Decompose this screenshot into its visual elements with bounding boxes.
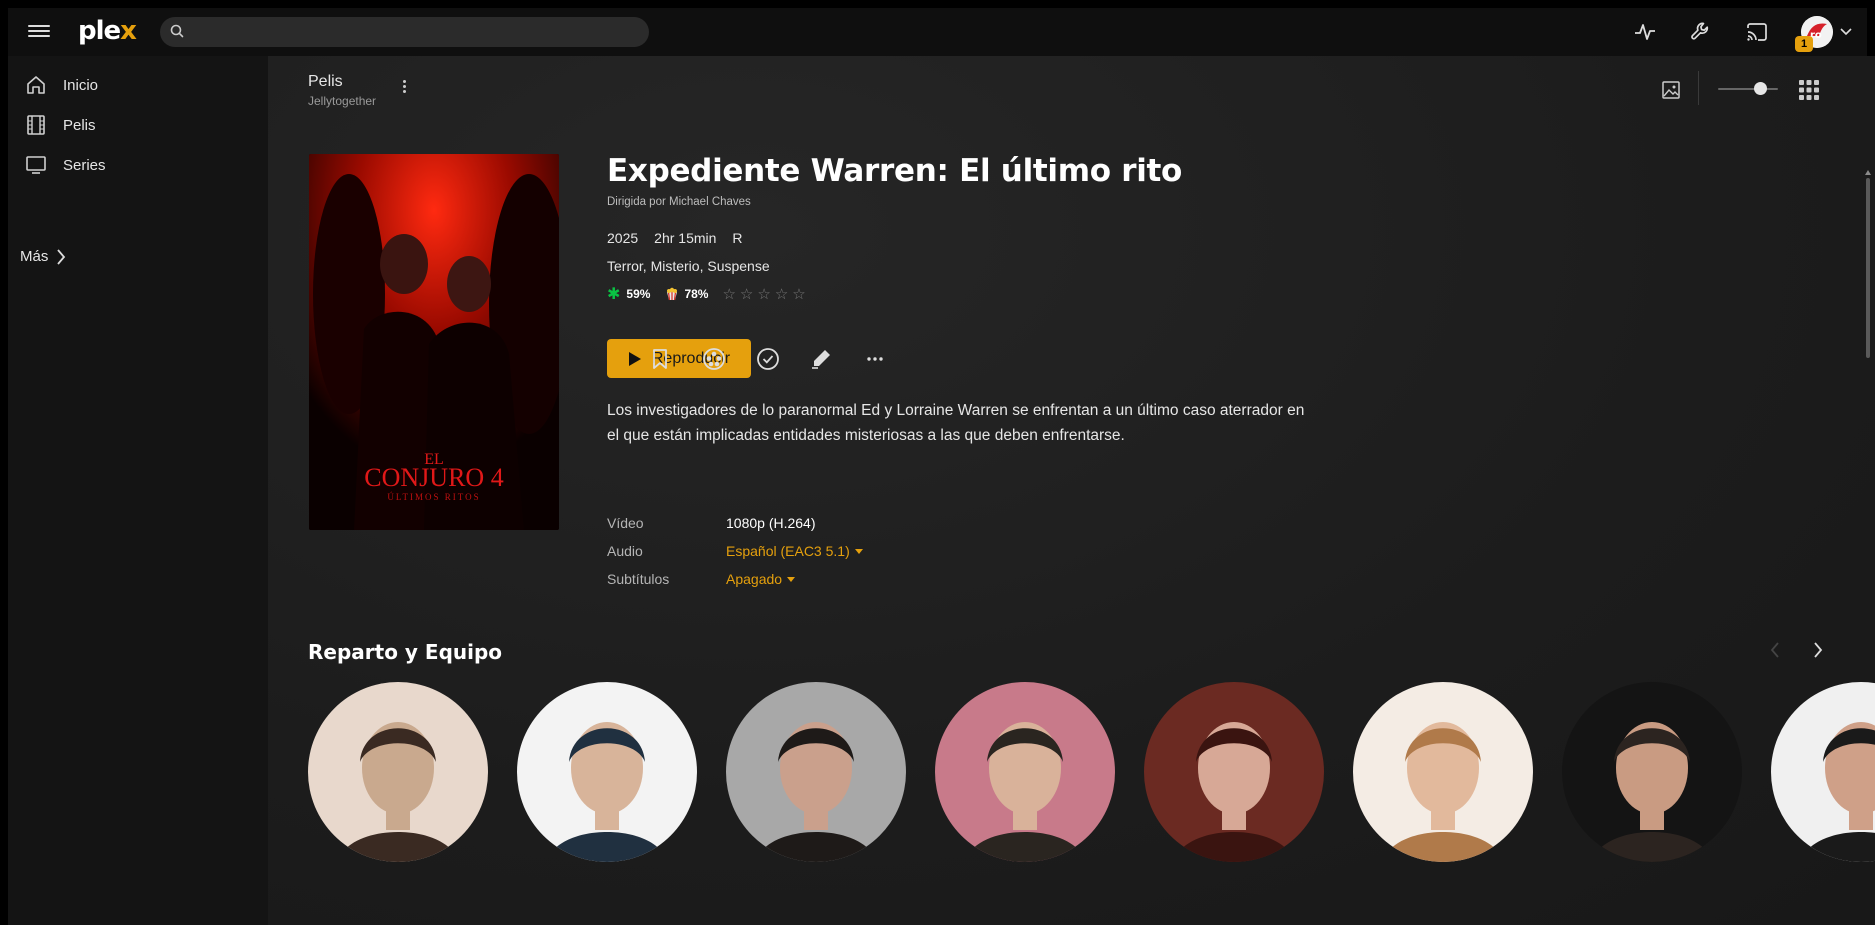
caret-down-icon [854, 549, 863, 554]
cast-photo [726, 682, 906, 862]
mark-watched-check-icon[interactable] [755, 346, 781, 372]
poster-subtitle: ÚLTIMOS RITOS [387, 492, 480, 502]
movie-director[interactable]: Dirigida por Michael Chaves [607, 196, 751, 208]
film-icon [27, 115, 45, 135]
cast-member-card[interactable]: Vera FarmigaLorraine Warren [278, 682, 488, 925]
cast-section-heading: Reparto y Equipo [308, 640, 503, 664]
caret-down-icon [787, 577, 796, 582]
top-bar: plex ro 1 [8, 8, 1867, 56]
home-icon [27, 76, 45, 94]
scrollbar-thumb[interactable] [1866, 178, 1870, 358]
user-rating-stars[interactable]: ☆ ☆ ☆ ☆ ☆ [722, 285, 805, 303]
cast-member-card[interactable]: Tilly WalkerCarin Smurl [1323, 682, 1533, 925]
activity-icon[interactable] [1633, 20, 1657, 44]
audio-value: Español (EAC3 5.1) [726, 543, 850, 559]
video-label: Vídeo [607, 515, 644, 531]
watchlist-bookmark-icon[interactable] [647, 346, 673, 372]
cast-photo [935, 682, 1115, 862]
sidebar-item-label: Series [63, 156, 106, 174]
more-actions-icon[interactable] [862, 346, 888, 372]
divider [1698, 71, 1699, 105]
star-icon[interactable]: ☆ [722, 285, 735, 303]
search-input[interactable] [160, 17, 649, 47]
chevron-left-icon[interactable] [1770, 642, 1780, 658]
audience-score-icon [667, 287, 678, 301]
sidebar-item-inicio[interactable]: Inicio [8, 65, 268, 105]
movie-rating: R [732, 230, 743, 246]
sidebar-item-label: Pelis [63, 116, 96, 134]
cast-photo [1353, 682, 1533, 862]
sidebar-item-pelis[interactable]: Pelis [8, 105, 268, 145]
star-icon[interactable]: ☆ [740, 285, 753, 303]
cast-member-card[interactable]: Elliot CowanJack Smurl [1532, 682, 1742, 925]
video-value: 1080p (H.264) [726, 515, 816, 531]
more-options-icon[interactable] [400, 78, 408, 98]
tv-icon [26, 156, 46, 174]
library-server: Jellytogether [308, 94, 377, 108]
movie-meta: 2025 2hr 15min R [607, 230, 743, 246]
star-icon[interactable]: ☆ [775, 285, 788, 303]
search-icon [170, 24, 184, 38]
zoom-slider[interactable] [1718, 88, 1778, 90]
star-icon[interactable]: ☆ [757, 285, 770, 303]
grid-view-icon[interactable] [1798, 79, 1820, 101]
scrollbar[interactable] [1865, 116, 1872, 916]
star-icon[interactable]: ☆ [792, 285, 805, 303]
menu-icon[interactable] [28, 22, 50, 40]
sidebar-item-series[interactable]: Series [8, 145, 268, 185]
poster-title-line2: CONJURO 4 [364, 463, 503, 492]
zoom-slider-handle[interactable] [1754, 82, 1767, 95]
cast-photo [1562, 682, 1742, 862]
chevron-down-icon[interactable] [1840, 28, 1852, 36]
cast-member-card[interactable]: Ben HardyTony Spera [905, 682, 1115, 925]
audio-track-dropdown[interactable]: Español (EAC3 5.1) [726, 543, 863, 559]
edit-pencil-icon[interactable] [808, 346, 834, 372]
image-view-icon[interactable] [1661, 80, 1681, 100]
movie-description: Los investigadores de lo paranormal Ed y… [607, 402, 1305, 444]
critic-score-icon: ✱ [607, 286, 621, 303]
play-icon [628, 351, 641, 366]
movie-poster[interactable]: EL CONJURO 4 ÚLTIMOS RITOS [309, 154, 559, 530]
audience-score: 78% [684, 287, 709, 301]
sidebar-item-label: Inicio [63, 76, 99, 94]
subtitles-dropdown[interactable]: Apagado [726, 571, 796, 587]
library-title[interactable]: Pelis [308, 73, 343, 91]
plex-logo[interactable]: plex [78, 16, 137, 46]
cast-photo [308, 682, 488, 862]
cast-icon[interactable] [1745, 20, 1769, 44]
chevron-right-icon [57, 248, 66, 265]
subtitles-label: Subtítulos [607, 571, 670, 587]
scroll-up-arrow[interactable] [1865, 170, 1871, 175]
cast-photo [517, 682, 697, 862]
sidebar-more-label: Más [20, 248, 49, 265]
critic-score: 59% [626, 287, 651, 301]
movie-title: Expediente Warren: El último rito [607, 153, 1183, 189]
cast-member-card[interactable]: Mia TomlinsonJudy Warren [696, 682, 906, 925]
cast-member-card[interactable]: Patrick WilsonEd Warren [487, 682, 697, 925]
chevron-right-icon[interactable] [1813, 642, 1823, 658]
ratings-row: ✱ 59% 78% ☆ ☆ ☆ ☆ ☆ [607, 284, 806, 304]
trailer-film-reel-icon[interactable] [701, 346, 727, 372]
cast-photo [1144, 682, 1324, 862]
main-content: Pelis Jellytogether EL CONJURO 4 ÚLTIMOS… [268, 56, 1875, 925]
movie-genres[interactable]: Terror, Misterio, Suspense [607, 258, 770, 274]
sidebar-more[interactable]: Más [20, 248, 66, 265]
sidebar: Inicio Pelis Series Más [8, 56, 268, 925]
movie-year: 2025 [607, 230, 639, 246]
subtitles-value: Apagado [726, 571, 783, 587]
cast-member-card[interactable]: Rebecca CalderJanet Smurl [1114, 682, 1324, 925]
notification-badge: 1 [1795, 36, 1813, 52]
play-button[interactable]: Reproducir [607, 339, 751, 378]
cast-photo [1771, 682, 1875, 862]
cast-member-card[interactable]: ShanncDrew T [1741, 682, 1875, 925]
settings-wrench-icon[interactable] [1689, 20, 1713, 44]
audio-label: Audio [607, 543, 643, 559]
movie-duration: 2hr 15min [654, 230, 717, 246]
